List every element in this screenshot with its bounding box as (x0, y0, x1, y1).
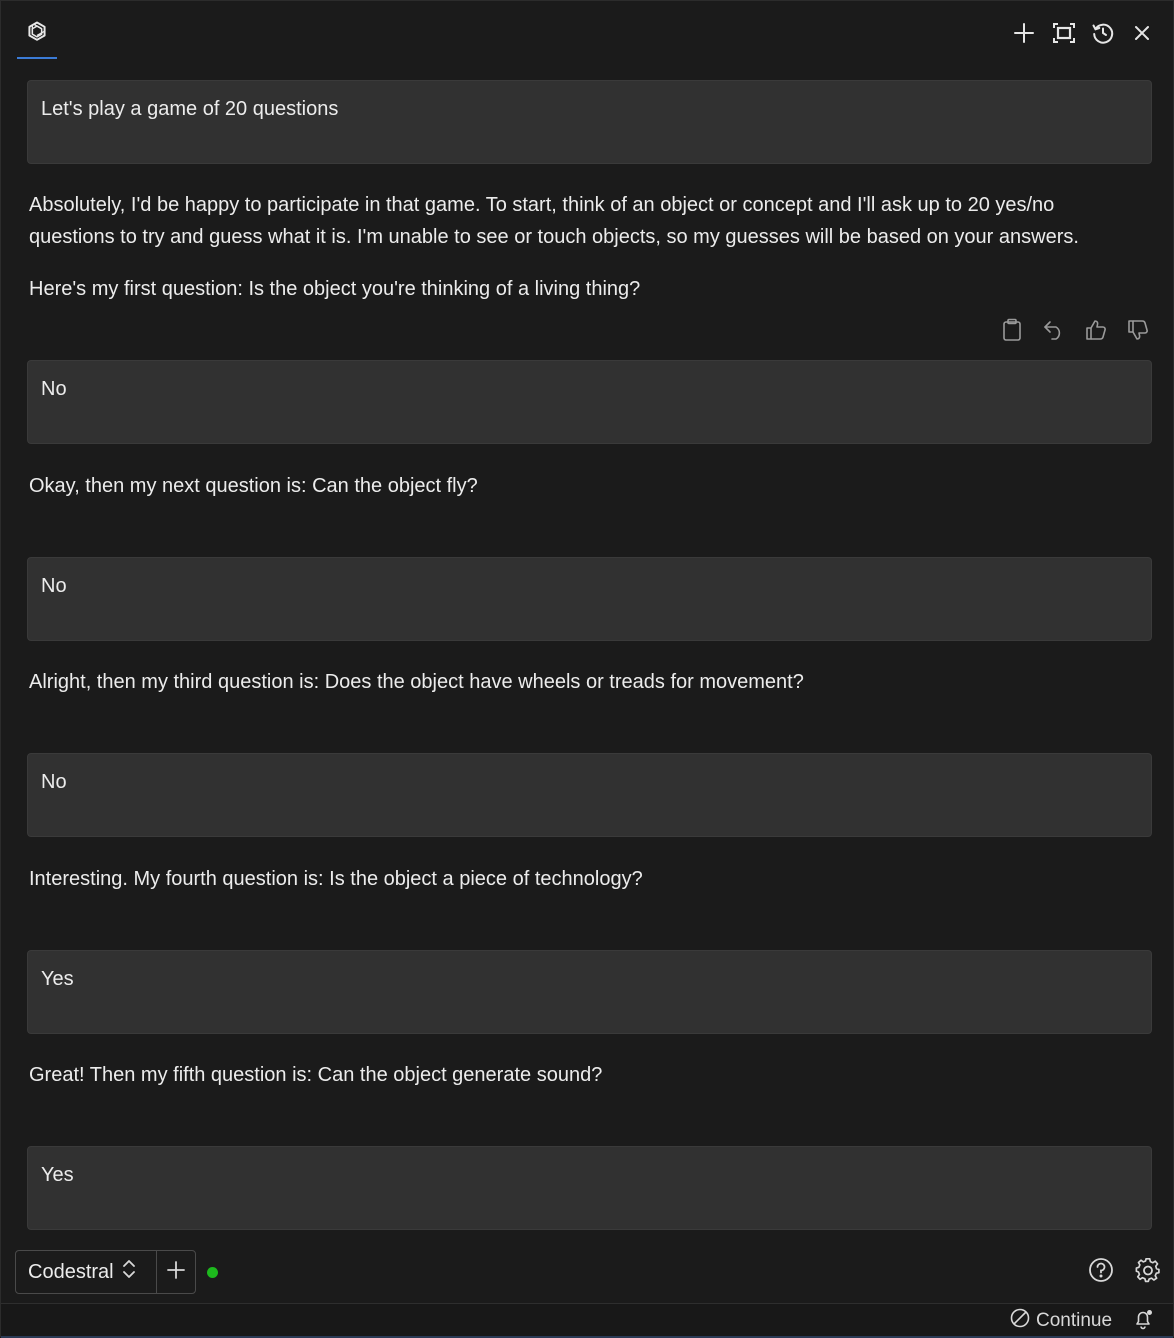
user-message-text: No (41, 378, 67, 400)
bell-dot-icon (1133, 1308, 1155, 1335)
assistant-message-text: Okay, then my next question is: Can the … (29, 475, 478, 497)
assistant-message-text: Great! Then my fifth question is: Can th… (29, 1064, 603, 1086)
fullscreen-icon (1052, 22, 1076, 44)
clipboard-icon (1002, 318, 1022, 347)
user-message[interactable]: Yes (27, 950, 1152, 1034)
chat-panel: Let's play a game of 20 questions Absolu… (0, 0, 1174, 1338)
close-button[interactable] (1126, 17, 1158, 49)
user-message-text: Let's play a game of 20 questions (41, 98, 339, 120)
thumbs-down-icon (1126, 318, 1150, 347)
logo-tab[interactable] (17, 15, 57, 59)
user-message[interactable]: No (27, 753, 1152, 837)
add-model-button[interactable] (157, 1251, 195, 1293)
status-bar: Continue (1, 1303, 1173, 1338)
user-message-text: Yes (41, 968, 74, 990)
assistant-message: Okay, then my next question is: Can the … (29, 470, 1139, 502)
assistant-message: Great! Then my fifth question is: Can th… (29, 1059, 1139, 1091)
thumbs-down-button[interactable] (1122, 317, 1154, 347)
model-select[interactable]: Codestral (16, 1251, 157, 1293)
message-actions (996, 317, 1156, 347)
assistant-message-text: Alright, then my third question is: Does… (29, 671, 804, 693)
settings-button[interactable] (1133, 1257, 1163, 1287)
connection-status-indicator (207, 1267, 218, 1278)
continue-status-button[interactable]: Continue (1010, 1308, 1112, 1334)
user-message-text: Yes (41, 1164, 74, 1186)
close-icon (1133, 24, 1151, 42)
assistant-message: Absolutely, I'd be happy to participate … (29, 189, 1139, 305)
history-icon (1091, 21, 1115, 45)
user-message[interactable]: Let's play a game of 20 questions (27, 80, 1152, 164)
model-selector-group: Codestral (15, 1250, 196, 1294)
user-message[interactable]: Yes (27, 1146, 1152, 1230)
undo-icon (1042, 319, 1066, 346)
gear-icon (1135, 1257, 1161, 1288)
plus-icon (1013, 22, 1035, 44)
assistant-message-text: Absolutely, I'd be happy to participate … (29, 194, 1079, 248)
help-icon (1088, 1257, 1114, 1288)
panel-header (1, 1, 1173, 63)
notifications-button[interactable] (1131, 1308, 1157, 1334)
copy-button[interactable] (996, 317, 1028, 347)
continue-label: Continue (1036, 1310, 1113, 1331)
new-chat-button[interactable] (1008, 17, 1040, 49)
assistant-message: Alright, then my third question is: Does… (29, 666, 1139, 698)
thumbs-up-button[interactable] (1080, 317, 1112, 347)
user-message[interactable]: No (27, 557, 1152, 641)
assistant-message-text: Here's my first question: Is the object … (29, 278, 641, 300)
user-message-text: No (41, 575, 67, 597)
no-entry-icon (1010, 1308, 1030, 1334)
model-label: Codestral (28, 1260, 114, 1283)
thumbs-up-icon (1084, 318, 1108, 347)
user-message[interactable]: No (27, 360, 1152, 444)
assistant-message-text: Interesting. My fourth question is: Is t… (29, 868, 643, 890)
chevron-up-down-icon (122, 1258, 136, 1286)
plus-icon (166, 1260, 186, 1285)
fullscreen-button[interactable] (1048, 17, 1080, 49)
help-button[interactable] (1086, 1257, 1116, 1287)
assistant-message: Interesting. My fourth question is: Is t… (29, 863, 1139, 895)
undo-button[interactable] (1038, 317, 1070, 347)
user-message-text: No (41, 771, 67, 793)
history-button[interactable] (1087, 17, 1119, 49)
openai-logo-icon (24, 19, 50, 50)
